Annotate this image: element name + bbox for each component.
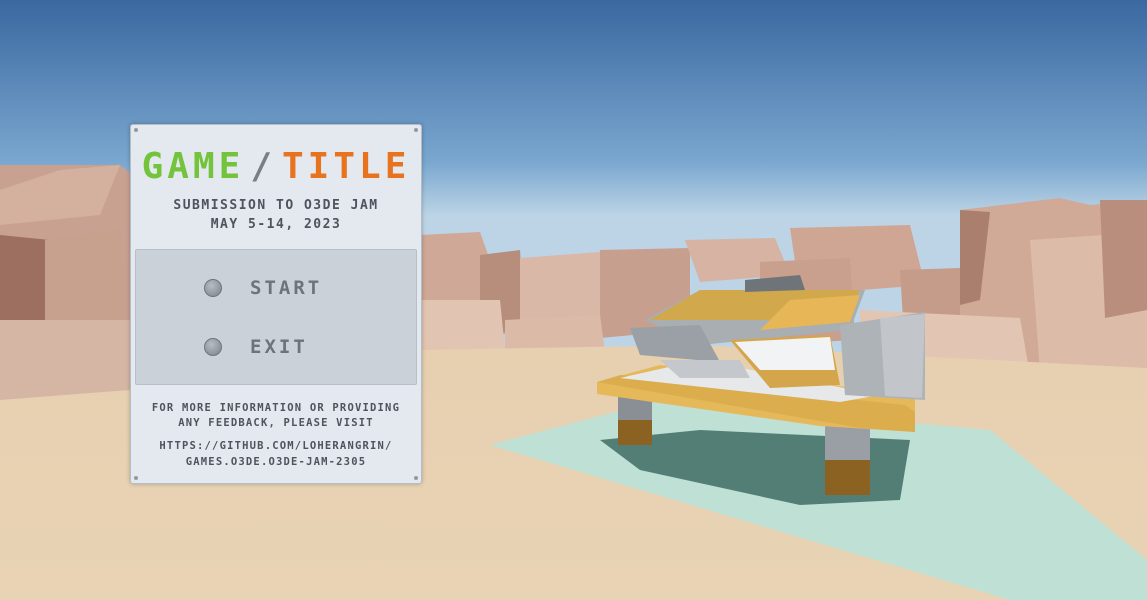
- panel-rivet: [414, 476, 418, 480]
- title-separator: /: [250, 146, 276, 187]
- radio-icon: [204, 279, 222, 297]
- panel-rivet: [414, 128, 418, 132]
- info-line-2: ANY FEEDBACK, PLEASE VISIT: [178, 417, 374, 429]
- start-label: START: [250, 277, 323, 299]
- exit-label: EXIT: [250, 336, 308, 358]
- exit-button[interactable]: EXIT: [200, 333, 308, 361]
- game-title: GAME / TITLE: [130, 146, 422, 187]
- radio-icon: [204, 338, 222, 356]
- title-word-title: TITLE: [282, 146, 411, 187]
- menu-options-box: [135, 249, 417, 385]
- url-line-2[interactable]: GAMES.O3DE.O3DE-JAM-2305: [130, 456, 422, 468]
- panel-rivet: [134, 476, 138, 480]
- subtitle-line-1: SUBMISSION TO O3DE JAM: [173, 198, 379, 213]
- subtitle-line-2: MAY 5-14, 2023: [210, 217, 342, 232]
- info-line-1: FOR MORE INFORMATION OR PROVIDING: [151, 402, 401, 414]
- start-button[interactable]: START: [200, 274, 322, 302]
- panel-rivet: [134, 128, 138, 132]
- title-word-game: GAME: [141, 146, 245, 187]
- url-line-1[interactable]: HTTPS://GITHUB.COM/LOHERANGRIN/: [130, 440, 422, 452]
